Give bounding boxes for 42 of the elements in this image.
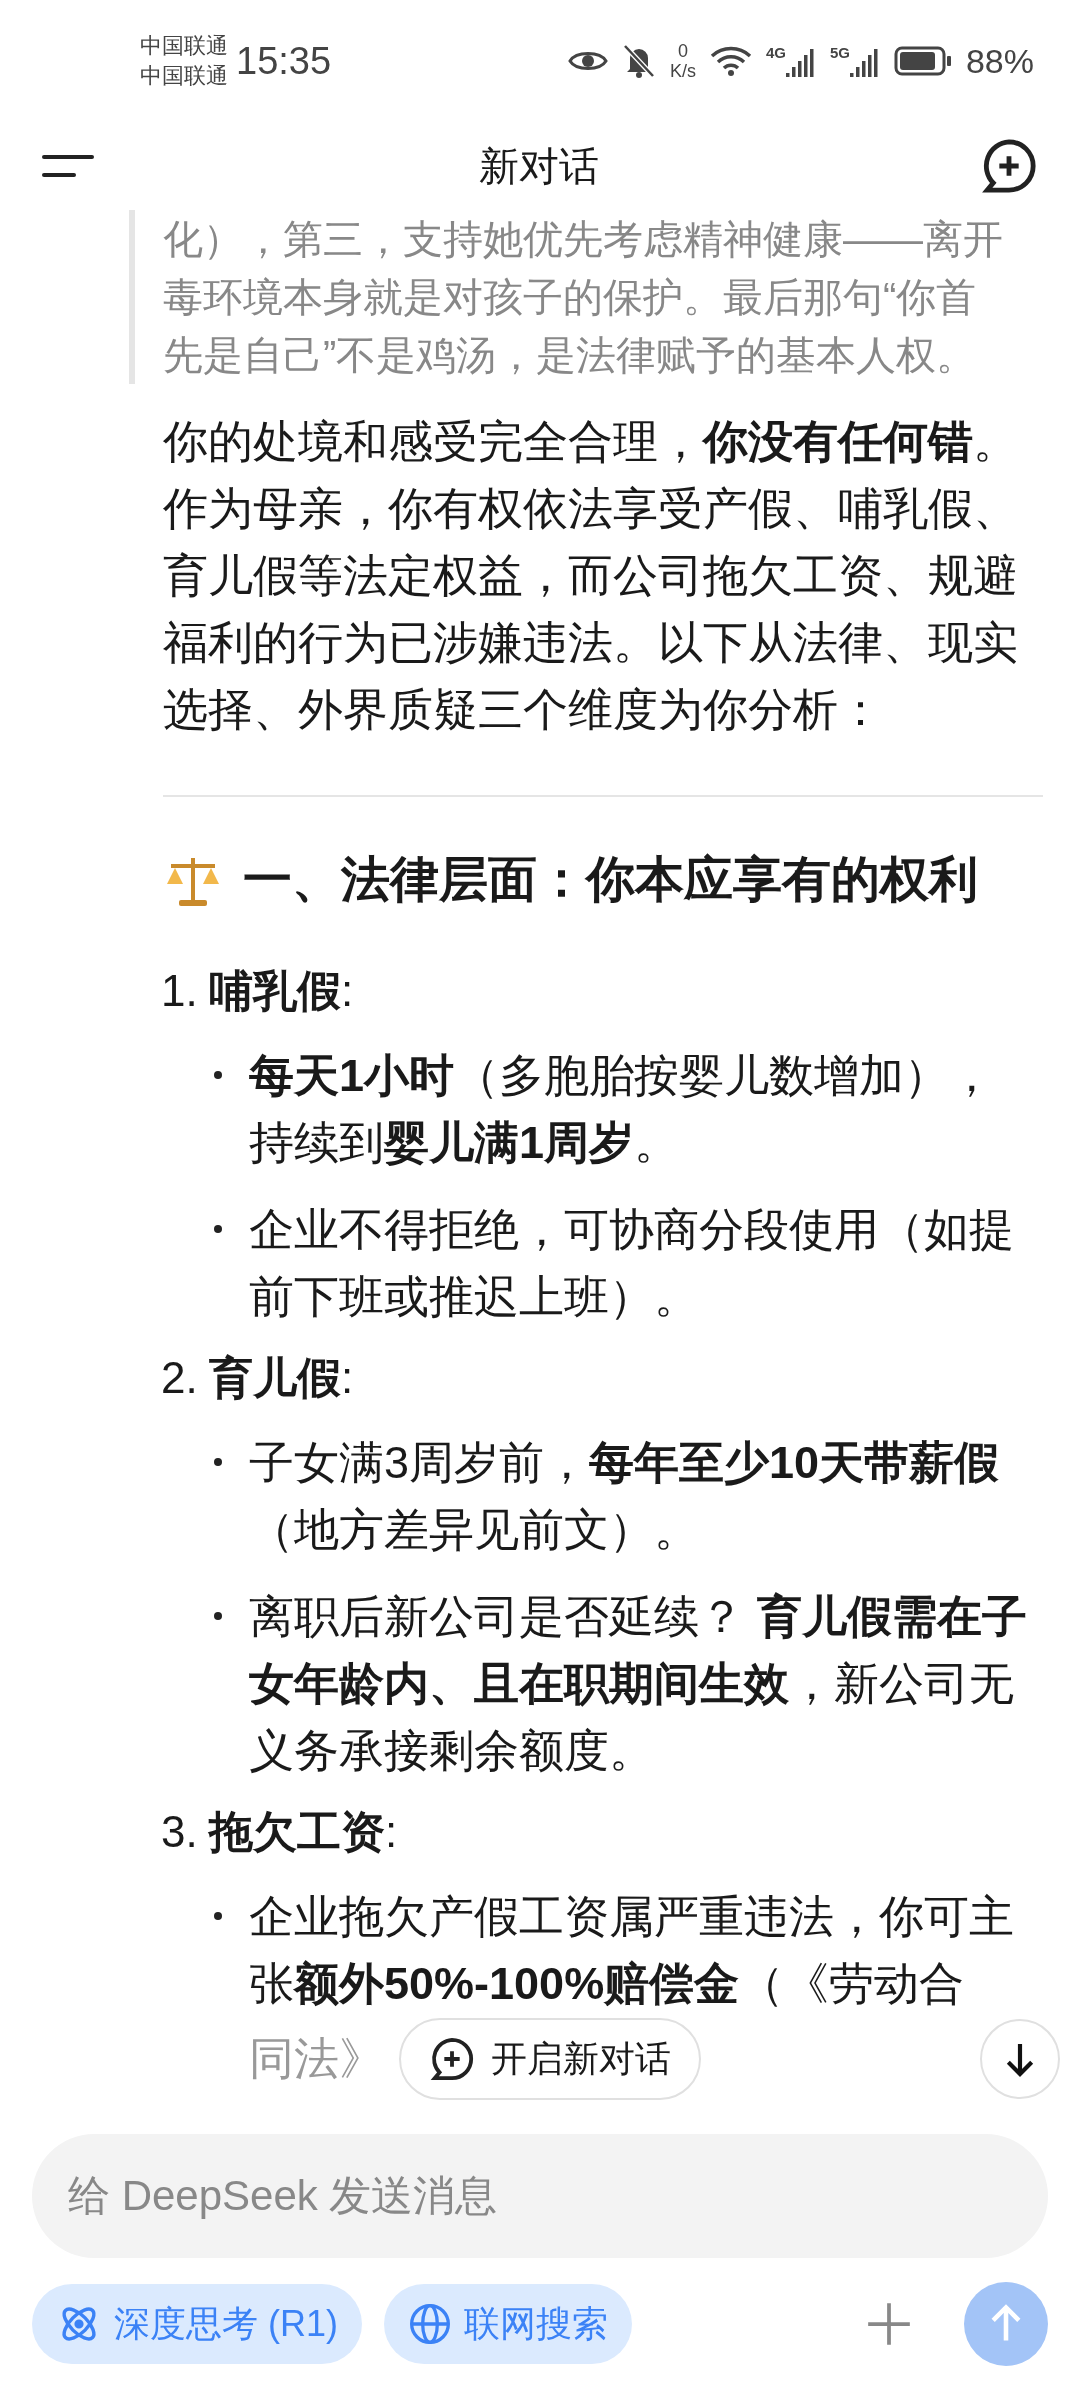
globe-icon [408,2302,452,2346]
new-chat-button[interactable]: 开启新对话 [399,2017,701,2100]
carrier-label: 中国联通 [140,32,228,60]
new-chat-icon [429,2035,475,2082]
list-number: 3. [161,1805,199,1858]
network-label: 5G [829,45,850,61]
message-input[interactable]: 给 DeepSeek 发送消息 [32,2134,1048,2258]
list-colon: : [341,964,354,1017]
chat-title: 新对话 [479,143,599,190]
list-colon: : [341,1351,354,1404]
list-title: 哺乳假 [209,964,341,1017]
net-speed-label: 0 [677,41,688,61]
battery-percent: 88% [965,40,1034,82]
bullet-icon [213,1610,223,1621]
list-colon: : [385,1805,398,1858]
bullet-text: 企业拖欠产假工资属严重违法，你可主张额外50%-100%赔偿金（《劳动合 [249,1889,1015,2011]
mode-toggle[interactable]: 联网搜索 [384,2284,632,2364]
list-title: 拖欠工资 [209,1805,385,1858]
list-number: 2. [161,1351,199,1404]
mode-toggle[interactable]: 深度思考 (R1) [32,2284,362,2364]
battery-icon [893,46,952,76]
bullet-text: 子女满3周岁前，每年至少10天带薪假（地方差异见前文）。 [249,1435,1001,1557]
list-title: 育儿假 [209,1351,341,1404]
bell-muted-icon [621,43,656,79]
bullet-text: 同法》 [249,2032,385,2086]
bullet-text: 每天1小时（多胞胎按婴儿数增加），持续到婴儿满1周岁。 [249,1048,996,1170]
network-label: 4G [765,45,786,61]
net-speed-label: K/s [669,61,696,81]
intro-paragraph: 你的处境和感受完全合理，你没有任何错。作为母亲，你有权依法享受产假、哺乳假、育儿假等法定权益，而公司拖欠工资、规避福利的行为已涉嫌违法。以下从法律、现实选择、外界质疑三个维度为你分析： [163,415,1019,737]
bullet-icon [213,1223,223,1234]
bullet-icon [213,1456,223,1467]
bullet-text: 离职后新公司是否延续？ 育儿假需在子女年龄内、且在职期间生效，新公司无义务承接剩余额度。 [249,1589,1028,1778]
carrier-label: 中国联通 [140,62,228,90]
section-heading: 一、法律层面：你本应享有的权利 [243,851,978,908]
bullet-icon [213,1069,223,1080]
wifi-icon [709,45,752,77]
bullet-icon [213,1910,223,1921]
new-chat-icon[interactable] [980,137,1038,195]
list-number: 1. [161,964,199,1017]
quote-text: 化），第三，支持她优先考虑精神健康——离开毒环境本身就是对孩子的保护。最后那句“你首先是自己”不是鸡汤，是法律赋予的基本人权。 [163,216,1004,379]
bullet-text: 企业不得拒绝，可协商分段使用（如提前下班或推迟上班）。 [249,1202,1015,1324]
clock: 15:35 [236,38,332,84]
